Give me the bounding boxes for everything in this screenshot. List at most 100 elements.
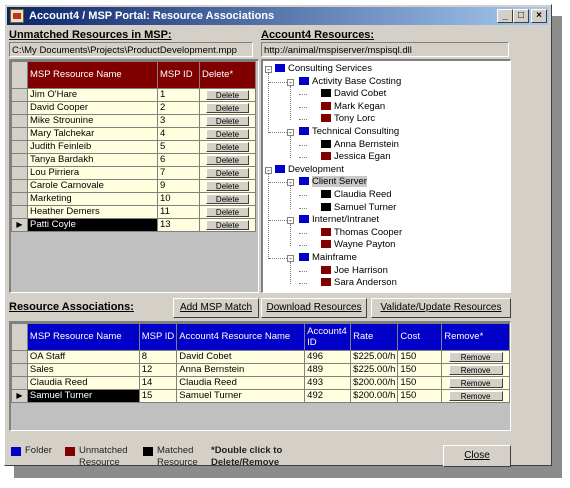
tree-collapse-toggle[interactable]: - — [287, 217, 294, 225]
tree-folder-node[interactable]: Technical Consulting — [299, 126, 399, 138]
tree-resource-node[interactable]: Mark Kegan — [321, 101, 385, 113]
title-bar[interactable]: Account4 / MSP Portal: Resource Associat… — [7, 7, 549, 25]
row-selector[interactable] — [11, 153, 28, 167]
remove-button[interactable]: Remove — [448, 391, 503, 401]
row-selector[interactable] — [11, 376, 28, 390]
delete-button[interactable]: Delete — [205, 155, 250, 165]
msp-resource-name-cell[interactable]: Mike Strounine — [27, 114, 158, 128]
tree-resource-node[interactable]: Wayne Payton — [321, 239, 395, 251]
row-selector[interactable] — [11, 350, 28, 364]
col-delete[interactable]: Delete* — [199, 61, 256, 89]
tree-collapse-toggle[interactable]: - — [287, 179, 294, 187]
minimize-button[interactable]: _ — [497, 9, 513, 23]
msp-id-cell[interactable]: 11 — [157, 205, 200, 219]
msp-resource-name-cell[interactable]: Marketing — [27, 192, 158, 206]
tree-folder-node[interactable]: Internet/Intranet — [299, 214, 379, 226]
tree-folder-node[interactable]: Development — [275, 164, 344, 176]
add-msp-match-button[interactable]: Add MSP Match — [173, 298, 259, 318]
unmatched-row[interactable]: Mary Talchekar 4 Delete — [11, 127, 256, 141]
close-window-button[interactable]: × — [531, 9, 547, 23]
association-row[interactable]: OA Staff 8 David Cobet 496 $225.00/h 150 Remov… — [11, 350, 510, 364]
tree-folder-node[interactable]: Activity Base Costing — [299, 76, 401, 88]
association-row[interactable]: ▶ Samuel Turner 15 Samuel Turner 492 $200.00/… — [11, 389, 510, 403]
col-msp-resource-name[interactable]: MSP Resource Name — [26, 323, 140, 351]
delete-button[interactable]: Delete — [205, 220, 250, 230]
unmatched-row[interactable]: David Cooper 2 Delete — [11, 101, 256, 115]
cost-cell[interactable]: 150 — [397, 363, 443, 377]
unmatched-row[interactable]: Judith Feinleib 5 Delete — [11, 140, 256, 154]
msp-id-cell[interactable]: 3 — [157, 114, 200, 128]
row-selector[interactable] — [11, 166, 28, 180]
unmatched-row[interactable]: Jim O'Hare 1 Delete — [11, 88, 256, 102]
association-row[interactable]: Claudia Reed 14 Claudia Reed 493 $200.00/h 15… — [11, 376, 510, 390]
tree-resource-node[interactable]: Sara Anderson — [321, 277, 397, 289]
msp-id-cell[interactable]: 4 — [157, 127, 200, 141]
msp-id-cell[interactable]: 12 — [138, 363, 178, 377]
row-selector[interactable] — [11, 88, 28, 102]
delete-button[interactable]: Delete — [205, 129, 250, 139]
msp-id-cell[interactable]: 13 — [157, 218, 200, 232]
col-cost[interactable]: Cost — [397, 323, 443, 351]
account4-id-cell[interactable]: 493 — [304, 376, 352, 390]
row-selector[interactable] — [11, 140, 28, 154]
col-account4-resource-name[interactable]: Account4 Resource Name — [176, 323, 306, 351]
unmatched-row[interactable]: Carole Carnovale 9 Delete — [11, 179, 256, 193]
account4-resource-name-cell[interactable]: David Cobet — [176, 350, 306, 364]
msp-id-cell[interactable]: 14 — [138, 376, 178, 390]
validate-update-button[interactable]: Validate/Update Resources — [371, 298, 511, 318]
row-selector[interactable] — [11, 114, 28, 128]
unmatched-row[interactable]: Tanya Bardakh 6 Delete — [11, 153, 256, 167]
delete-button[interactable]: Delete — [205, 194, 250, 204]
tree-folder-node[interactable]: Mainframe — [299, 252, 357, 264]
msp-id-cell[interactable]: 9 — [157, 179, 200, 193]
delete-button[interactable]: Delete — [205, 207, 250, 217]
col-account4-id[interactable]: Account4 ID — [304, 323, 352, 351]
rate-cell[interactable]: $225.00/h — [350, 363, 399, 377]
account4-id-cell[interactable]: 496 — [304, 350, 352, 364]
msp-id-cell[interactable]: 6 — [157, 153, 200, 167]
msp-resource-name-cell[interactable]: Jim O'Hare — [27, 88, 158, 102]
account4-resource-name-cell[interactable]: Anna Bernstein — [176, 363, 306, 377]
row-selector[interactable] — [11, 205, 28, 219]
account4-id-cell[interactable]: 489 — [304, 363, 352, 377]
delete-button[interactable]: Delete — [205, 142, 250, 152]
tree-collapse-toggle[interactable]: - — [287, 78, 294, 86]
tree-resource-node[interactable]: Jessica Egan — [321, 151, 391, 163]
msp-resource-name-cell[interactable]: Tanya Bardakh — [27, 153, 158, 167]
cost-cell[interactable]: 150 — [397, 389, 443, 403]
unmatched-row[interactable]: Lou Pirriera 7 Delete — [11, 166, 256, 180]
msp-id-cell[interactable]: 5 — [157, 140, 200, 154]
tree-resource-node[interactable]: Claudia Reed — [321, 189, 392, 201]
delete-button[interactable]: Delete — [205, 90, 250, 100]
account4-resource-name-cell[interactable]: Samuel Turner — [176, 389, 306, 403]
rate-cell[interactable]: $200.00/h — [350, 376, 399, 390]
maximize-button[interactable]: □ — [513, 9, 529, 23]
tree-collapse-toggle[interactable]: - — [287, 255, 294, 263]
msp-resource-name-cell[interactable]: Sales — [26, 363, 140, 377]
tree-collapse-toggle[interactable]: - — [265, 166, 272, 174]
msp-id-cell[interactable]: 1 — [157, 88, 200, 102]
col-msp-resource-name[interactable]: MSP Resource Name — [27, 61, 158, 89]
row-selector[interactable] — [11, 179, 28, 193]
msp-resource-name-cell[interactable]: Claudia Reed — [26, 376, 140, 390]
rate-cell[interactable]: $200.00/h — [350, 389, 399, 403]
tree-folder-node[interactable]: Consulting Services — [275, 63, 372, 75]
col-rate[interactable]: Rate — [350, 323, 399, 351]
cost-cell[interactable]: 150 — [397, 376, 443, 390]
msp-resource-name-cell[interactable]: Patti Coyle — [27, 218, 158, 232]
row-selector[interactable]: ▶ — [11, 218, 28, 232]
row-selector[interactable] — [11, 192, 28, 206]
msp-resource-name-cell[interactable]: Samuel Turner — [26, 389, 140, 403]
tree-resource-node[interactable]: Thomas Cooper — [321, 227, 402, 239]
msp-id-cell[interactable]: 2 — [157, 101, 200, 115]
delete-button[interactable]: Delete — [205, 168, 250, 178]
tree-folder-node[interactable]: Client Server — [299, 176, 367, 188]
col-msp-id[interactable]: MSP ID — [157, 61, 200, 89]
msp-id-cell[interactable]: 8 — [138, 350, 178, 364]
col-remove[interactable]: Remove* — [441, 323, 510, 351]
row-selector[interactable] — [11, 127, 28, 141]
msp-id-cell[interactable]: 7 — [157, 166, 200, 180]
unmatched-row[interactable]: Mike Strounine 3 Delete — [11, 114, 256, 128]
unmatched-row[interactable]: ▶ Patti Coyle 13 Delete — [11, 218, 256, 232]
msp-resource-name-cell[interactable]: Carole Carnovale — [27, 179, 158, 193]
